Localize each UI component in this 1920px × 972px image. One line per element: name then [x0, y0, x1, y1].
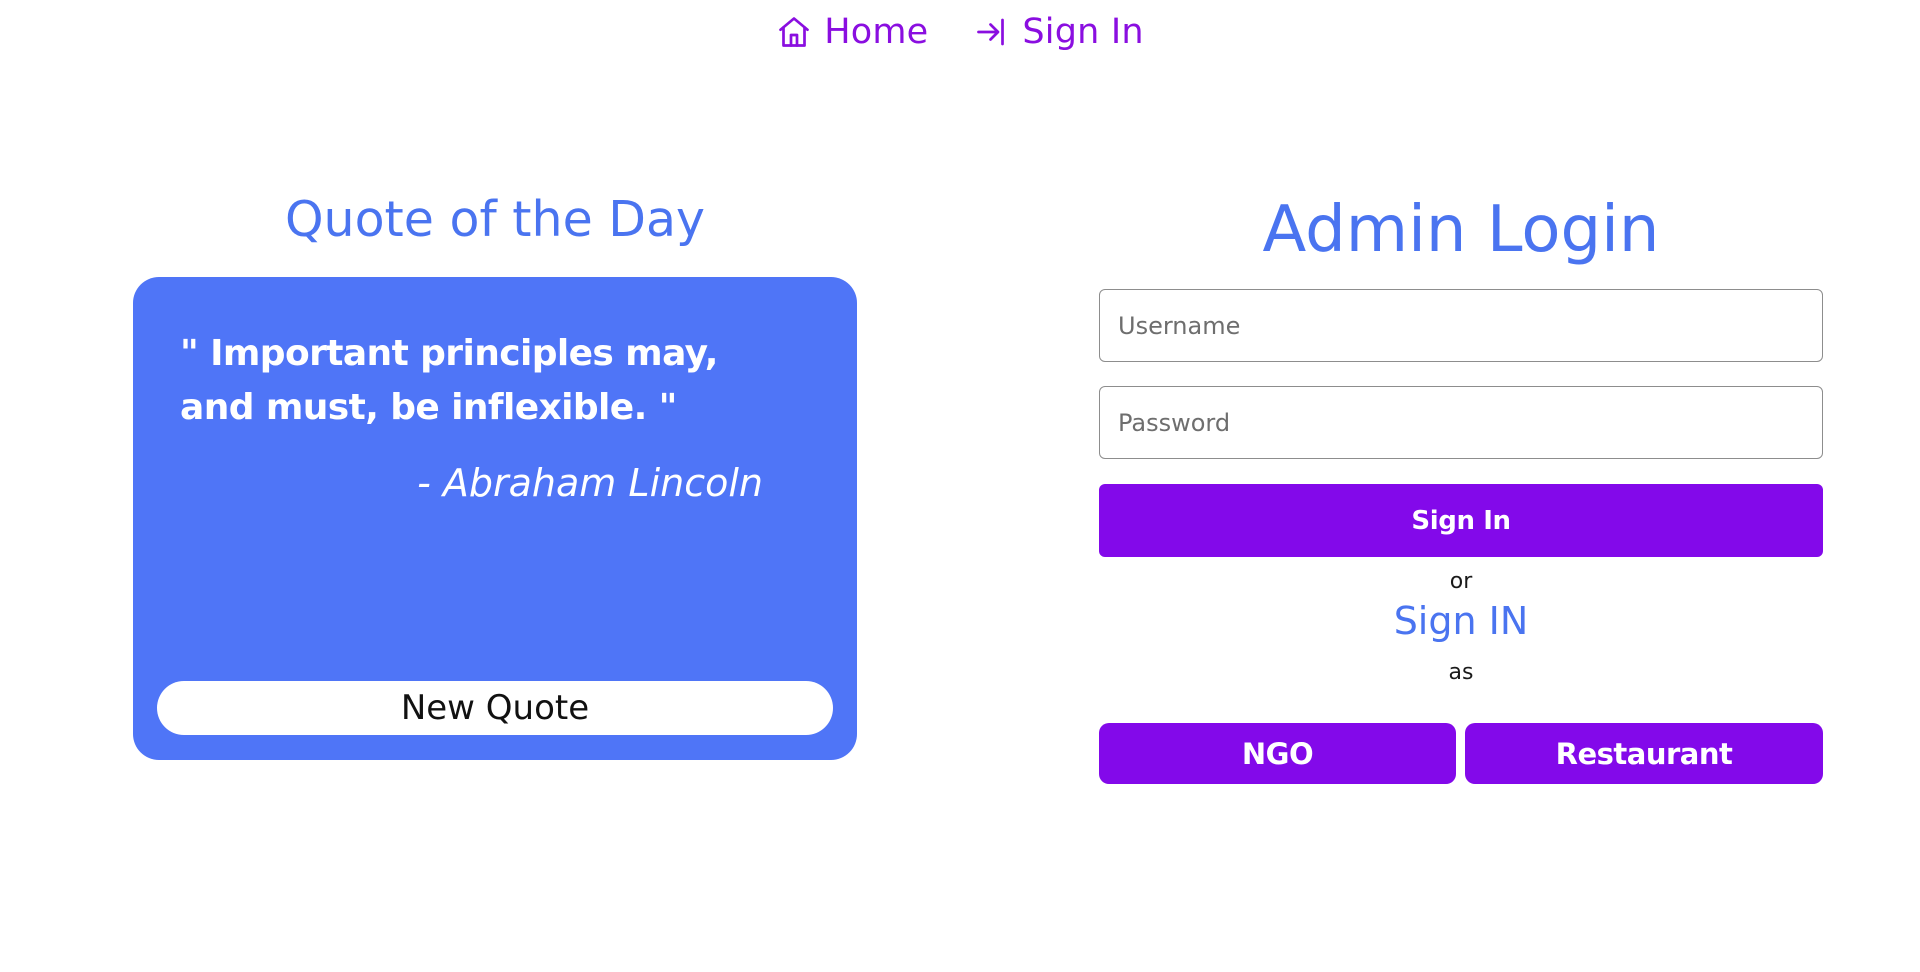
- restaurant-button[interactable]: Restaurant: [1465, 723, 1823, 784]
- sign-in-as-title: Sign IN: [1393, 599, 1529, 643]
- password-input[interactable]: [1099, 386, 1823, 459]
- or-separator-text: or: [1449, 569, 1473, 594]
- nav-home-link[interactable]: Home: [776, 12, 928, 52]
- as-text: as: [1448, 660, 1474, 685]
- quote-section-title: Quote of the Day: [284, 191, 706, 248]
- nav-signin-link[interactable]: Sign In: [974, 12, 1144, 52]
- quote-card: " Important principles may, and must, be…: [133, 277, 857, 760]
- sign-in-icon: [977, 18, 1005, 46]
- nav-home-label: Home: [824, 12, 929, 52]
- ngo-button[interactable]: NGO: [1099, 723, 1456, 784]
- sign-in-button[interactable]: Sign In: [1099, 484, 1823, 557]
- top-nav: Home Sign In: [0, 0, 1920, 64]
- new-quote-button[interactable]: New Quote: [157, 681, 833, 735]
- username-input[interactable]: [1099, 289, 1823, 362]
- nav-signin-label: Sign In: [1022, 12, 1144, 52]
- quote-author: - Abraham Lincoln: [417, 461, 763, 505]
- quote-text: " Important principles may, and must, be…: [180, 333, 718, 428]
- home-icon: [779, 17, 810, 47]
- login-title: Admin Login: [1262, 193, 1660, 267]
